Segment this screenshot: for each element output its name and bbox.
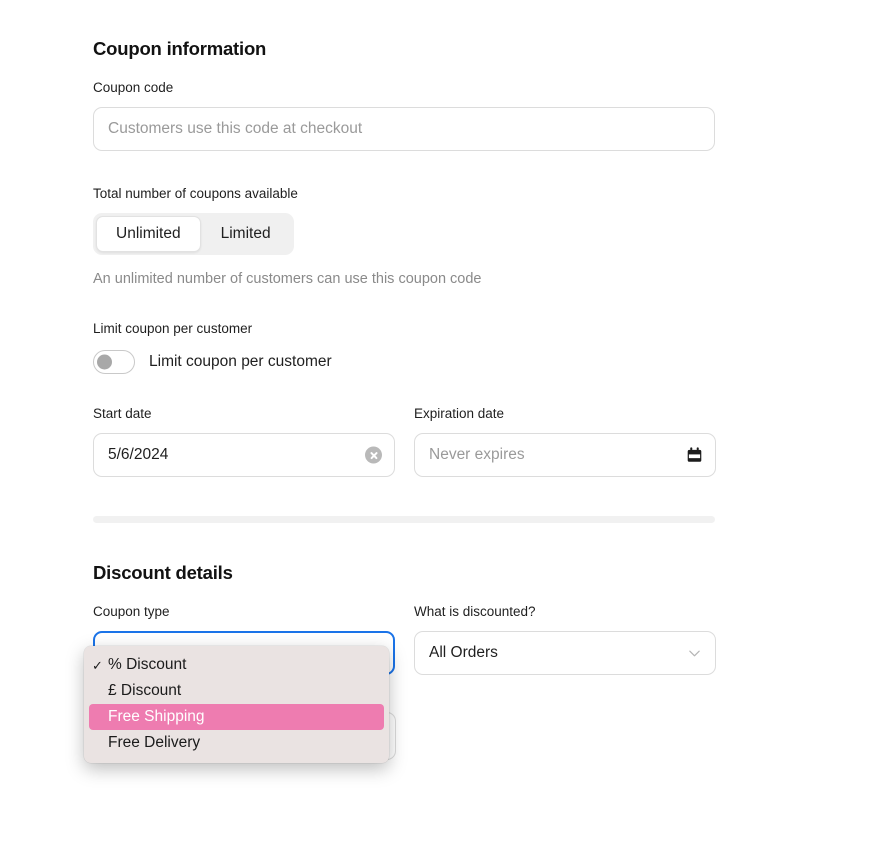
discount-details-title: Discount details	[93, 562, 715, 584]
expiration-date-input[interactable]: Never expires	[414, 433, 716, 477]
segment-unlimited[interactable]: Unlimited	[96, 216, 201, 252]
menu-item-label: % Discount	[108, 656, 186, 674]
start-date-value: 5/6/2024	[108, 446, 168, 464]
clear-circle-icon[interactable]	[365, 447, 382, 464]
coupon-form: Coupon information Coupon code Customers…	[93, 0, 715, 675]
limit-per-customer-label: Limit coupon per customer	[93, 321, 715, 337]
coupon-code-label: Coupon code	[93, 80, 715, 96]
what-is-discounted-label: What is discounted?	[414, 604, 716, 620]
expiration-date-placeholder: Never expires	[429, 446, 525, 464]
what-is-discounted-select[interactable]: All Orders	[414, 631, 716, 675]
what-is-discounted-value: All Orders	[429, 644, 498, 662]
coupon-code-input[interactable]: Customers use this code at checkout	[93, 107, 715, 151]
check-icon: ✓	[92, 659, 108, 672]
what-is-discounted-field-group: What is discounted? All Orders	[414, 604, 716, 675]
expiration-date-field-group: Expiration date Never expires	[414, 406, 716, 477]
coupon-information-title: Coupon information	[93, 38, 715, 60]
limit-per-customer-row: Limit coupon per customer	[93, 350, 715, 374]
section-divider	[93, 516, 715, 523]
toggle-knob	[97, 354, 112, 369]
coupon-type-dropdown-menu[interactable]: ✓ % Discount £ Discount Free Shipping Fr…	[84, 646, 389, 763]
menu-item-pound-discount[interactable]: £ Discount	[84, 678, 389, 704]
start-date-input[interactable]: 5/6/2024	[93, 433, 395, 477]
menu-item-free-delivery[interactable]: Free Delivery	[84, 730, 389, 756]
expiration-date-calendar-wrapper[interactable]	[686, 447, 703, 464]
start-date-label: Start date	[93, 406, 395, 422]
start-date-field-group: Start date 5/6/2024	[93, 406, 395, 477]
total-coupons-label: Total number of coupons available	[93, 186, 715, 202]
limit-per-customer-toggle-label: Limit coupon per customer	[149, 353, 332, 371]
menu-item-label: Free Shipping	[108, 708, 205, 726]
coupon-type-label: Coupon type	[93, 604, 395, 620]
coupon-code-placeholder: Customers use this code at checkout	[108, 120, 362, 138]
total-coupons-segmented-control[interactable]: Unlimited Limited	[93, 213, 294, 255]
dates-row: Start date 5/6/2024 Expiration date Neve…	[93, 406, 715, 477]
limit-per-customer-toggle[interactable]	[93, 350, 135, 374]
start-date-clear-wrapper[interactable]	[365, 447, 382, 464]
menu-item-free-shipping[interactable]: Free Shipping	[89, 704, 384, 730]
calendar-icon[interactable]	[686, 447, 703, 464]
expiration-date-label: Expiration date	[414, 406, 716, 422]
segment-limited[interactable]: Limited	[201, 216, 291, 252]
menu-item-label: £ Discount	[108, 682, 181, 700]
total-coupons-helper-text: An unlimited number of customers can use…	[93, 271, 715, 288]
menu-item-percent-discount[interactable]: ✓ % Discount	[84, 652, 389, 678]
chevron-down-icon[interactable]	[688, 647, 701, 660]
menu-item-label: Free Delivery	[108, 734, 200, 752]
